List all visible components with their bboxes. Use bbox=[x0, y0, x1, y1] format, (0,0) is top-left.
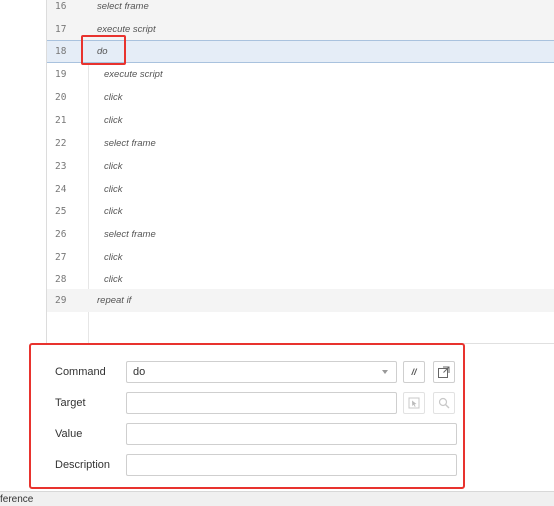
external-link-icon bbox=[438, 366, 450, 378]
line-number: 22 bbox=[55, 138, 67, 149]
command-name: click bbox=[104, 184, 123, 195]
line-number: 19 bbox=[55, 69, 67, 80]
select-target-button[interactable] bbox=[403, 392, 425, 414]
table-row[interactable]: 24 click bbox=[47, 178, 554, 201]
comment-toggle-label: // bbox=[411, 367, 417, 377]
left-panel-gutter bbox=[0, 0, 47, 345]
line-number: 21 bbox=[55, 115, 67, 126]
command-name: click bbox=[104, 206, 123, 217]
command-label: Command bbox=[55, 366, 106, 378]
target-input[interactable] bbox=[126, 392, 397, 414]
search-icon bbox=[438, 397, 450, 409]
table-row[interactable]: 27 click bbox=[47, 246, 554, 269]
select-target-icon bbox=[408, 397, 420, 409]
chevron-down-icon[interactable] bbox=[382, 370, 388, 374]
line-number: 17 bbox=[55, 24, 67, 35]
command-editor-panel: Command do // Target Value Description bbox=[29, 343, 465, 489]
command-name: click bbox=[104, 115, 123, 126]
line-number: 26 bbox=[55, 229, 67, 240]
target-label: Target bbox=[55, 397, 86, 409]
table-row[interactable]: 25 click bbox=[47, 200, 554, 223]
bottom-panel-tabs: ference bbox=[0, 491, 554, 506]
table-row[interactable]: 19 execute script bbox=[47, 63, 554, 86]
command-name: select frame bbox=[104, 229, 156, 240]
command-name: click bbox=[104, 252, 123, 263]
value-label: Value bbox=[55, 428, 83, 440]
command-input-value: do bbox=[133, 366, 146, 378]
command-name: repeat if bbox=[97, 295, 132, 306]
command-name: select frame bbox=[104, 138, 156, 149]
table-row[interactable]: 28 click bbox=[47, 268, 554, 291]
command-name: click bbox=[104, 92, 123, 103]
line-number: 23 bbox=[55, 161, 67, 172]
find-target-button[interactable] bbox=[433, 392, 455, 414]
open-reference-button[interactable] bbox=[433, 361, 455, 383]
command-input[interactable]: do bbox=[126, 361, 397, 383]
table-row[interactable]: 21 click bbox=[47, 109, 554, 132]
command-name: execute script bbox=[97, 24, 156, 35]
command-name: select frame bbox=[97, 1, 149, 12]
command-name: click bbox=[104, 274, 123, 285]
line-number: 24 bbox=[55, 184, 67, 195]
table-row[interactable]: 26 select frame bbox=[47, 223, 554, 246]
table-row[interactable]: 29 repeat if bbox=[47, 289, 554, 312]
comment-toggle-button[interactable]: // bbox=[403, 361, 425, 383]
line-number: 29 bbox=[55, 295, 67, 306]
line-number: 16 bbox=[55, 1, 67, 12]
command-name: execute script bbox=[104, 69, 163, 80]
reference-tab[interactable]: ference bbox=[0, 494, 33, 505]
table-row[interactable]: 16 select frame bbox=[47, 0, 554, 18]
line-number: 25 bbox=[55, 206, 67, 217]
description-label: Description bbox=[55, 459, 111, 471]
value-input[interactable] bbox=[126, 423, 457, 445]
description-input[interactable] bbox=[126, 454, 457, 476]
line-number: 27 bbox=[55, 252, 67, 263]
table-row[interactable]: 22 select frame bbox=[47, 132, 554, 155]
table-row[interactable]: 23 click bbox=[47, 155, 554, 178]
table-row[interactable]: 20 click bbox=[47, 86, 554, 109]
highlight-annotation-do bbox=[81, 35, 126, 65]
line-number: 28 bbox=[55, 274, 67, 285]
line-number: 20 bbox=[55, 92, 67, 103]
command-name: click bbox=[104, 161, 123, 172]
